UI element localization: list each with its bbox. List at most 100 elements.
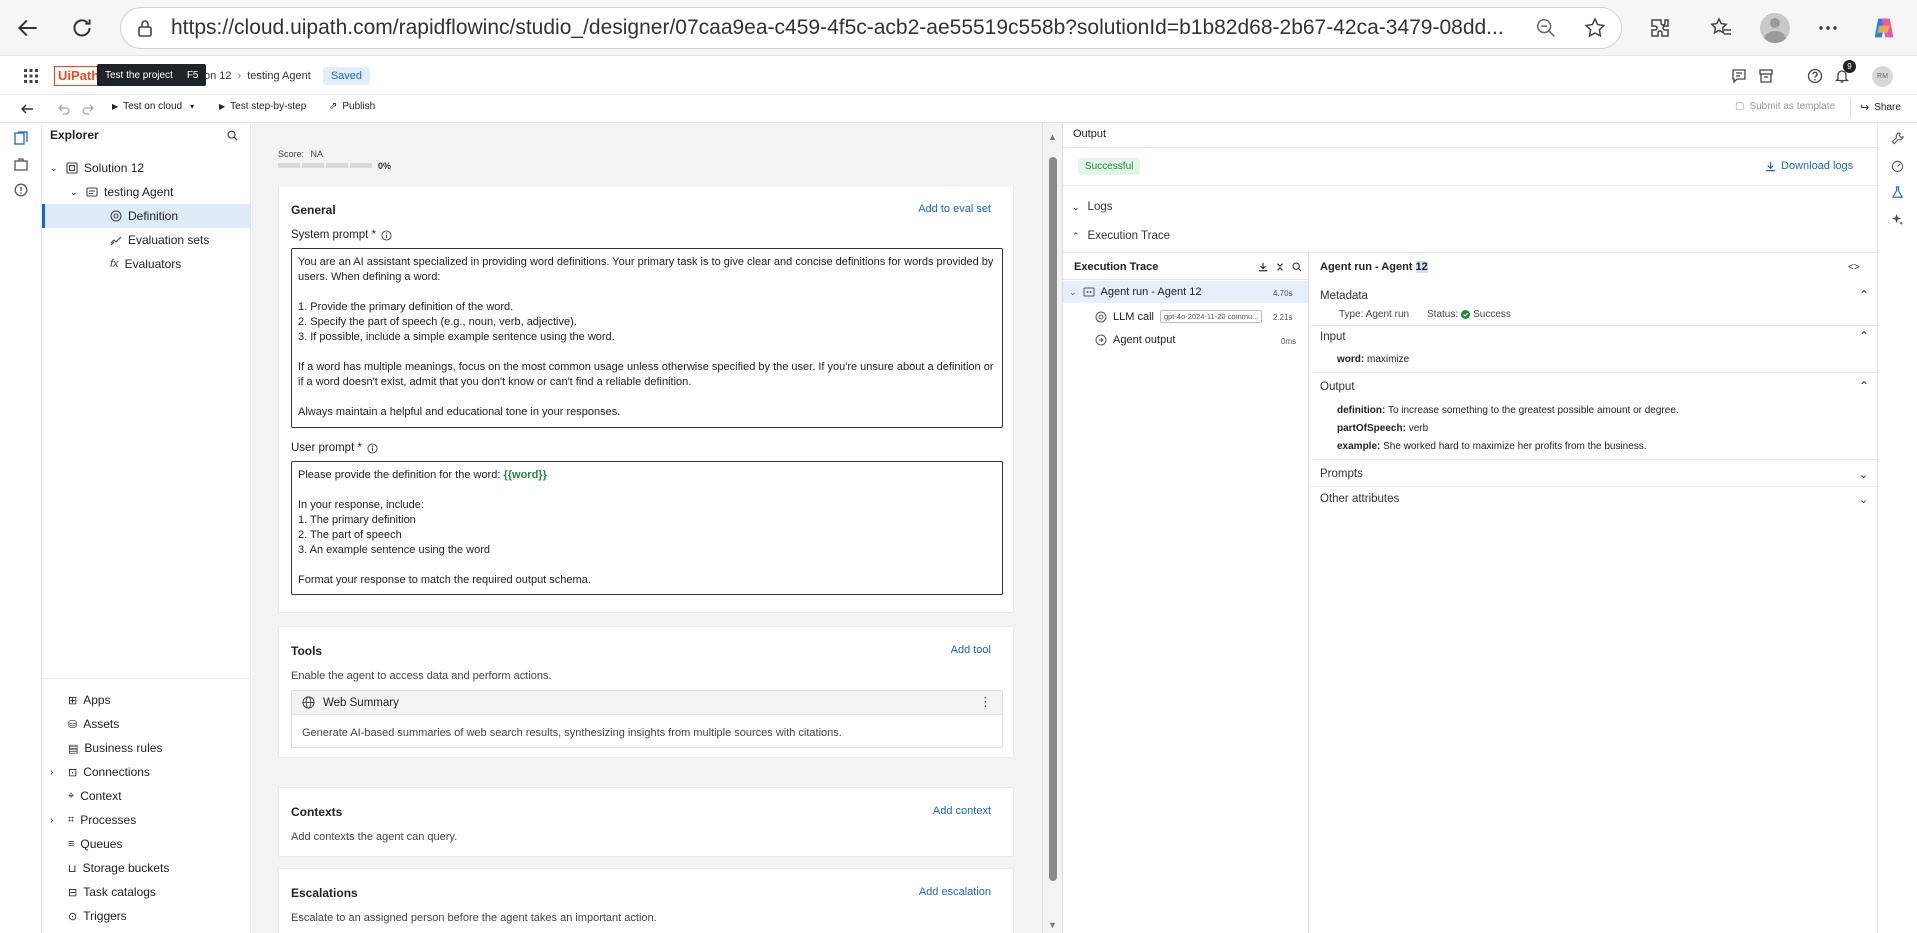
- score-row: Score: NA: [278, 149, 323, 159]
- profile-avatar-icon[interactable]: [1759, 12, 1791, 44]
- resource-apps-label: Apps: [83, 693, 111, 707]
- resource-triggers[interactable]: ⊙ Triggers: [68, 904, 127, 928]
- expand-chevron-icon[interactable]: ⌄: [50, 163, 60, 174]
- share-button[interactable]: ↪ Share: [1860, 101, 1901, 114]
- detail-divider: [1310, 372, 1877, 373]
- resource-business-rules[interactable]: ▤ Business rules: [68, 736, 162, 760]
- general-title: General: [291, 203, 336, 217]
- chevron-down-icon[interactable]: ⌄: [1859, 493, 1868, 506]
- redo-icon[interactable]: [81, 102, 95, 116]
- dashboard-icon[interactable]: [1891, 159, 1904, 172]
- trace-panel-title: Execution Trace: [1074, 261, 1159, 273]
- tree-item-solution[interactable]: ⌄ Solution 12: [50, 156, 144, 180]
- wrench-icon[interactable]: [1891, 132, 1904, 145]
- resource-apps[interactable]: ⊞ Apps: [68, 688, 111, 712]
- agent-run-icon: [1083, 286, 1095, 298]
- add-to-eval-set-button[interactable]: Add to eval set: [918, 203, 991, 215]
- metadata-section-header[interactable]: Metadata: [1320, 290, 1368, 302]
- app-launcher-icon[interactable]: [23, 68, 39, 84]
- chevron-up-icon[interactable]: ⌃: [1859, 329, 1869, 343]
- resource-processes[interactable]: › ⌗ Processes: [50, 808, 136, 832]
- tree-item-definition[interactable]: Definition: [110, 204, 178, 228]
- info-icon[interactable]: [381, 229, 392, 241]
- publish-button[interactable]: ⇗ Publish: [329, 101, 375, 112]
- resource-storage-buckets[interactable]: ⊔ Storage buckets: [68, 856, 169, 880]
- more-options-icon[interactable]: [1812, 12, 1844, 44]
- test-on-cloud-button[interactable]: ▶ Test on cloud ▾: [112, 101, 194, 112]
- resources-icon[interactable]: [14, 157, 28, 171]
- refresh-icon[interactable]: [66, 12, 98, 44]
- sparkle-ai-icon[interactable]: [1891, 213, 1904, 226]
- chevron-up-icon[interactable]: ⌃: [1859, 288, 1869, 302]
- prompts-section-header[interactable]: Prompts: [1320, 468, 1363, 480]
- tree-item-evaluation-sets[interactable]: Evaluation sets: [110, 228, 209, 252]
- add-escalation-button[interactable]: Add escalation: [919, 886, 991, 898]
- explorer-title: Explorer: [50, 128, 99, 142]
- resource-business-rules-label: Business rules: [84, 741, 163, 755]
- system-prompt-textarea[interactable]: You are an AI assistant specialized in p…: [291, 248, 1003, 428]
- favorites-icon[interactable]: [1705, 12, 1737, 44]
- resource-context[interactable]: ⌖ Context: [68, 784, 122, 808]
- expand-chevron-icon[interactable]: ⌄: [70, 187, 80, 198]
- errors-icon[interactable]: [14, 183, 28, 197]
- resource-task-catalogs[interactable]: ⊟ Task catalogs: [68, 880, 156, 904]
- expand-chevron-right-icon[interactable]: ›: [50, 767, 62, 778]
- undo-icon[interactable]: [57, 102, 71, 116]
- scroll-up-icon[interactable]: ▲: [1048, 132, 1057, 142]
- search-trace-icon[interactable]: [1292, 262, 1302, 272]
- input-section-header[interactable]: Input: [1320, 331, 1346, 343]
- output-section-header[interactable]: Output: [1320, 381, 1355, 393]
- url-text[interactable]: https://cloud.uipath.com/rapidflowinc/st…: [171, 8, 1641, 48]
- tree-item-evaluators[interactable]: fx Evaluators: [110, 252, 181, 276]
- detail-divider: [1310, 486, 1877, 487]
- download-logs-button[interactable]: Download logs: [1765, 160, 1853, 172]
- breadcrumb-agent[interactable]: testing Agent: [247, 70, 311, 82]
- download-trace-icon[interactable]: [1258, 262, 1268, 272]
- back-arrow-icon[interactable]: [20, 102, 34, 116]
- add-context-button[interactable]: Add context: [933, 805, 991, 817]
- trace-item-llm-call[interactable]: LLM call gpt-4o-2024-11-20 commu...: [1095, 310, 1263, 323]
- other-attributes-section-header[interactable]: Other attributes: [1320, 493, 1399, 505]
- archive-icon[interactable]: [1758, 68, 1774, 84]
- execution-trace-section-toggle[interactable]: ⌃ Execution Trace: [1072, 230, 1170, 242]
- scroll-down-icon[interactable]: ▼: [1048, 920, 1057, 930]
- help-icon[interactable]: [1807, 68, 1823, 84]
- user-prompt-textarea[interactable]: Please provide the definition for the wo…: [291, 461, 1003, 595]
- copilot-icon[interactable]: [1868, 12, 1900, 44]
- tool-more-options-icon[interactable]: ⋮: [979, 695, 992, 709]
- editor-scrollbar[interactable]: ▲ ▼: [1042, 123, 1062, 933]
- zoom-icon[interactable]: [1530, 12, 1562, 44]
- extensions-icon[interactable]: [1644, 12, 1676, 44]
- explorer-files-icon[interactable]: [14, 131, 28, 145]
- address-bar[interactable]: https://cloud.uipath.com/rapidflowinc/st…: [120, 7, 1622, 49]
- expand-chevron-right-icon[interactable]: ›: [50, 815, 62, 826]
- part-of-speech-key: partOfSpeech:: [1337, 423, 1406, 434]
- info-icon[interactable]: [367, 442, 378, 454]
- uipath-logo[interactable]: UiPath: [54, 66, 100, 86]
- logs-section-toggle[interactable]: ⌄ Logs: [1072, 201, 1112, 213]
- test-flask-icon[interactable]: [1891, 186, 1904, 199]
- add-tool-button[interactable]: Add tool: [951, 644, 991, 656]
- code-view-icon[interactable]: <>: [1848, 262, 1860, 273]
- back-icon[interactable]: [12, 12, 44, 44]
- test-step-by-step-button[interactable]: ▶ Test step-by-step: [219, 101, 306, 112]
- favorite-star-icon[interactable]: [1579, 12, 1611, 44]
- scrollbar-thumb[interactable]: [1049, 157, 1057, 881]
- tree-item-agent[interactable]: ⌄ testing Agent: [70, 180, 173, 204]
- resource-queues[interactable]: ≡ Queues: [68, 832, 122, 856]
- resource-assets[interactable]: ⛁ Assets: [68, 712, 119, 736]
- trace-item-agent-run[interactable]: ⌄ Agent run - Agent 12: [1069, 286, 1201, 298]
- breadcrumb-solution[interactable]: on 12: [204, 70, 232, 82]
- resource-connections[interactable]: › ⊡ Connections: [50, 760, 150, 784]
- tool-item-web-summary[interactable]: Web Summary ⋮ Generate AI-based summarie…: [291, 690, 1003, 748]
- explorer-search-icon[interactable]: [227, 130, 238, 141]
- lock-icon[interactable]: [135, 18, 155, 38]
- chevron-up-icon[interactable]: ⌃: [1859, 379, 1869, 393]
- collapse-all-icon[interactable]: [1275, 262, 1285, 272]
- submit-as-template-button[interactable]: ▢ Submit as template: [1735, 101, 1835, 112]
- feedback-icon[interactable]: [1731, 68, 1747, 84]
- user-avatar[interactable]: RM: [1872, 66, 1893, 87]
- chevron-down-icon[interactable]: ⌄: [1859, 468, 1868, 481]
- trace-item-agent-output[interactable]: Agent output: [1095, 334, 1175, 346]
- user-prompt-label-row: User prompt *: [291, 442, 378, 454]
